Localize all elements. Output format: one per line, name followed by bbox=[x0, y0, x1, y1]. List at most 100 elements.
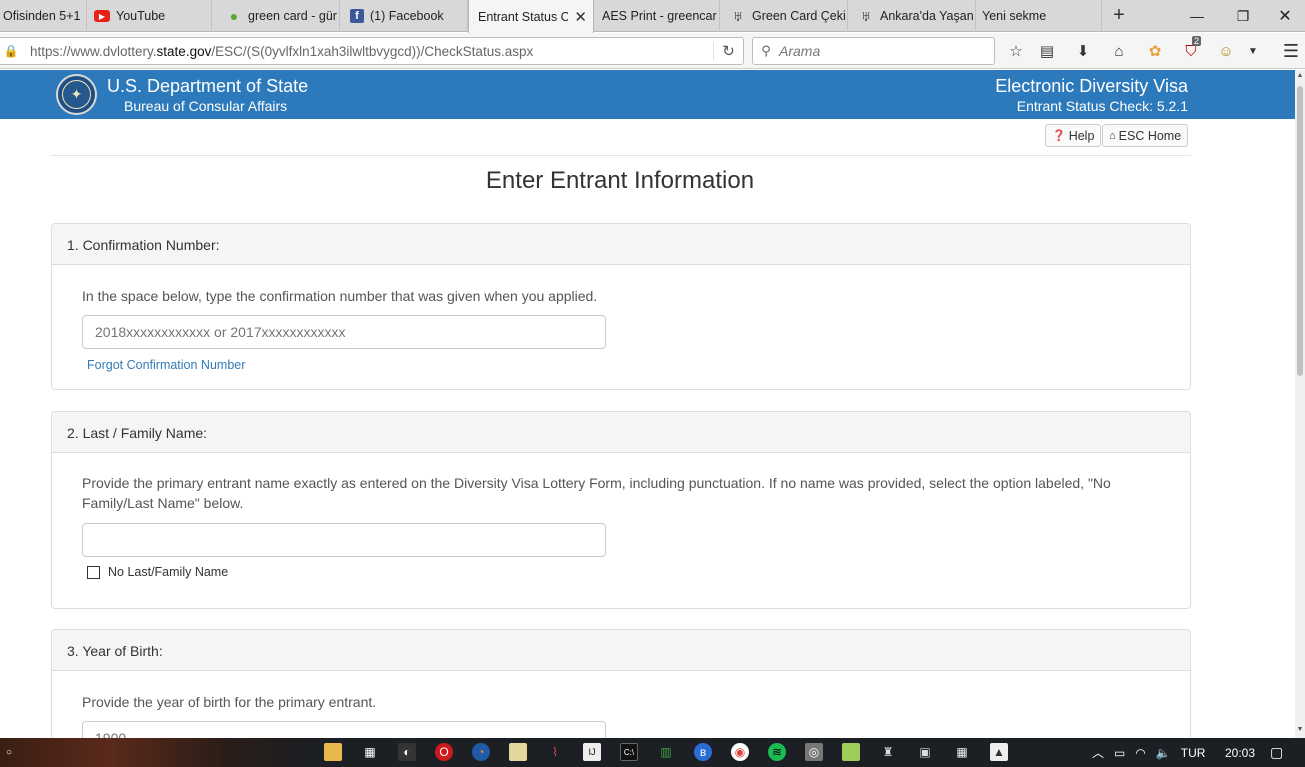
bluetooth-icon[interactable]: ʙ bbox=[694, 743, 712, 761]
notepad-icon[interactable] bbox=[509, 743, 527, 761]
url-path: /ESC/(S(0yvlfxln1xah3ilwltbvygcd))/Check… bbox=[211, 43, 534, 59]
no-last-name-option[interactable]: No Last/Family Name bbox=[87, 565, 228, 579]
tab-yeni-sekme[interactable]: Yeni sekme bbox=[976, 0, 1102, 32]
ublock-icon[interactable]: ⛉ 2 bbox=[1180, 36, 1202, 61]
address-bar[interactable]: 🔒 https://www.dvlottery.state.gov/ESC/(S… bbox=[0, 37, 744, 65]
app-icon[interactable]: ◐ bbox=[398, 743, 416, 761]
bureau-subtitle: Bureau of Consular Affairs bbox=[124, 98, 288, 114]
scrollbar-thumb[interactable] bbox=[1297, 86, 1303, 376]
ide-icon[interactable]: IJ bbox=[583, 743, 601, 761]
url-host: state.gov bbox=[156, 43, 212, 59]
tab-ankara[interactable]: ♅ Ankara'da Yaşan bbox=[852, 0, 976, 32]
lock-icon: 🔒 bbox=[3, 44, 19, 58]
addon-badge: 2 bbox=[1192, 36, 1202, 46]
app-name: Electronic Diversity Visa bbox=[995, 76, 1188, 96]
monkey-icon[interactable]: ☺ bbox=[1215, 41, 1237, 61]
file-explorer-icon[interactable] bbox=[324, 743, 342, 761]
image-viewer-icon[interactable]: ▲ bbox=[990, 743, 1008, 761]
windows-taskbar: ○ ▦ ◐ O ◔ ⌇ IJ C:\ ▥ ʙ ◉ ≋ ◎ ♜ ▣ ▦ ▲ ︿ ▭… bbox=[0, 738, 1305, 767]
minimize-button[interactable]: — bbox=[1174, 0, 1220, 32]
search-placeholder: Arama bbox=[779, 43, 821, 59]
close-window-button[interactable]: ✕ bbox=[1262, 0, 1305, 32]
search-box[interactable]: ⚲ Arama bbox=[752, 37, 995, 65]
bookmark-star-icon[interactable]: ☆ bbox=[1005, 41, 1027, 61]
terminal-icon[interactable]: C:\ bbox=[620, 743, 638, 761]
tab-green-card-ceki[interactable]: ♅ Green Card Çeki bbox=[724, 0, 848, 32]
section-description: In the space below, type the confirmatio… bbox=[82, 288, 598, 304]
network-app-icon[interactable]: ▣ bbox=[916, 743, 934, 761]
tab-facebook[interactable]: f (1) Facebook bbox=[344, 0, 468, 32]
state-department-seal-icon: ✦ bbox=[56, 74, 97, 115]
site-header: ✦ U.S. Department of State Bureau of Con… bbox=[0, 70, 1295, 119]
tab-label: green card - gür bbox=[248, 9, 337, 23]
leaf-icon: ● bbox=[229, 8, 239, 24]
tab-ofisinden[interactable]: Ofisinden 5+1 bbox=[0, 0, 87, 32]
opera-icon[interactable]: O bbox=[435, 743, 453, 761]
calculator-icon[interactable]: ▦ bbox=[953, 743, 971, 761]
home-icon: ⌂ bbox=[1109, 129, 1116, 142]
store-icon[interactable]: ▦ bbox=[361, 743, 379, 761]
media-icon[interactable]: ◎ bbox=[805, 743, 823, 761]
eksi-icon: ♅ bbox=[860, 7, 872, 25]
tab-aes-print[interactable]: AES Print - greencar bbox=[596, 0, 720, 32]
notifications-icon[interactable]: ▢ bbox=[1270, 738, 1283, 767]
photos-icon[interactable] bbox=[842, 743, 860, 761]
tab-label: AES Print - greencar bbox=[602, 9, 717, 23]
firefox-icon[interactable]: ◔ bbox=[472, 743, 490, 761]
page-content: ❓ Help ⌂ ESC Home Enter Entrant Informat… bbox=[0, 119, 1295, 738]
no-last-name-checkbox[interactable] bbox=[87, 565, 100, 579]
clock[interactable]: 20:03 bbox=[1225, 738, 1255, 767]
addon-icon[interactable]: ✿ bbox=[1144, 41, 1166, 61]
chrome-icon[interactable]: ◉ bbox=[731, 743, 749, 761]
excel-icon[interactable]: ▥ bbox=[657, 743, 675, 761]
reading-list-icon[interactable]: ▤ bbox=[1036, 41, 1058, 61]
scroll-up-icon[interactable]: ▲ bbox=[1295, 72, 1305, 79]
last-name-input[interactable] bbox=[82, 523, 606, 557]
tray-expand-icon[interactable]: ︿ bbox=[1092, 744, 1104, 761]
question-circle-icon: ❓ bbox=[1052, 130, 1066, 142]
taskbar-background bbox=[0, 738, 320, 767]
scroll-down-icon[interactable]: ▼ bbox=[1295, 726, 1305, 733]
new-tab-button[interactable]: + bbox=[1108, 4, 1130, 26]
wifi-icon[interactable]: ◠ bbox=[1135, 746, 1145, 760]
close-tab-icon[interactable]: ✕ bbox=[574, 8, 587, 26]
search-icon[interactable]: ○ bbox=[0, 743, 18, 761]
spotify-icon[interactable]: ≋ bbox=[768, 743, 786, 761]
divider bbox=[51, 155, 1191, 156]
tab-label: Green Card Çeki bbox=[752, 9, 846, 23]
tab-green-card[interactable]: ● green card - gür bbox=[220, 0, 340, 32]
youtube-icon: ▶ bbox=[94, 10, 110, 22]
page-scrollbar[interactable]: ▲ ▼ bbox=[1295, 70, 1305, 738]
last-name-panel: 2. Last / Family Name: Provide the prima… bbox=[51, 411, 1191, 609]
reload-icon[interactable]: ↻ bbox=[713, 42, 743, 60]
language-indicator[interactable]: TUR bbox=[1181, 746, 1206, 760]
tab-label: YouTube bbox=[116, 9, 166, 23]
help-button[interactable]: ❓ Help bbox=[1045, 124, 1102, 147]
url-text[interactable]: https://www.dvlottery.state.gov/ESC/(S(0… bbox=[22, 44, 713, 59]
help-label: Help bbox=[1068, 128, 1095, 143]
section-heading: 1. Confirmation Number: bbox=[52, 224, 1190, 265]
checkbox-label: No Last/Family Name bbox=[108, 565, 229, 579]
download-icon[interactable]: ⬇ bbox=[1072, 41, 1094, 61]
system-tray: ︿ ▭ ◠ 🔈 TUR bbox=[1092, 738, 1205, 767]
year-of-birth-input[interactable] bbox=[82, 721, 606, 738]
restore-button[interactable]: ❐ bbox=[1220, 0, 1266, 32]
volume-icon[interactable]: 🔈 bbox=[1156, 746, 1171, 760]
home-icon[interactable]: ⌂ bbox=[1108, 41, 1130, 61]
menu-icon[interactable]: ☰ bbox=[1280, 41, 1302, 61]
esc-home-button[interactable]: ⌂ ESC Home bbox=[1102, 124, 1189, 147]
confirmation-number-input[interactable] bbox=[82, 315, 606, 349]
dropdown-arrow-icon[interactable]: ▼ bbox=[1242, 41, 1264, 61]
tab-youtube[interactable]: ▶ YouTube bbox=[88, 0, 212, 32]
user-app-icon[interactable]: ♜ bbox=[879, 743, 897, 761]
forgot-confirmation-link[interactable]: Forgot Confirmation Number bbox=[87, 358, 245, 372]
department-title: U.S. Department of State bbox=[107, 76, 309, 96]
search-icon: ⚲ bbox=[761, 43, 771, 58]
pdf-reader-icon[interactable]: ⌇ bbox=[546, 743, 564, 761]
battery-icon[interactable]: ▭ bbox=[1114, 746, 1125, 760]
section-description: Provide the primary entrant name exactly… bbox=[82, 475, 1111, 511]
tab-label: Ankara'da Yaşan bbox=[880, 9, 974, 23]
section-description: Provide the year of birth for the primar… bbox=[82, 694, 377, 710]
tab-entrant-status[interactable]: Entrant Status C ✕ bbox=[468, 0, 594, 33]
app-version: Entrant Status Check: 5.2.1 bbox=[1016, 98, 1188, 114]
